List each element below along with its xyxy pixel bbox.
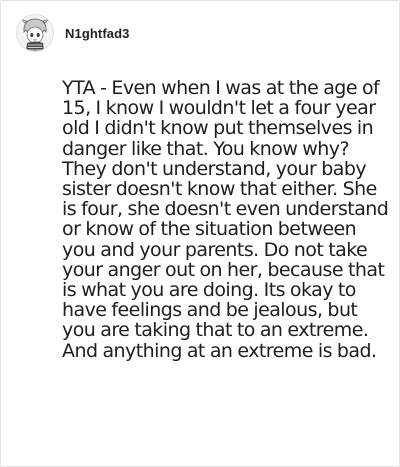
comment-header: N1ghtfad3: [16, 13, 129, 53]
avatar[interactable]: [16, 14, 54, 52]
anime-character-avatar-icon: [17, 15, 53, 51]
username[interactable]: N1ghtfad3: [65, 26, 129, 41]
comment-text: YTA - Even when I was at the age of 15, …: [62, 77, 389, 362]
comment-card: N1ghtfad3 YTA - Even when I was at the a…: [0, 0, 400, 467]
